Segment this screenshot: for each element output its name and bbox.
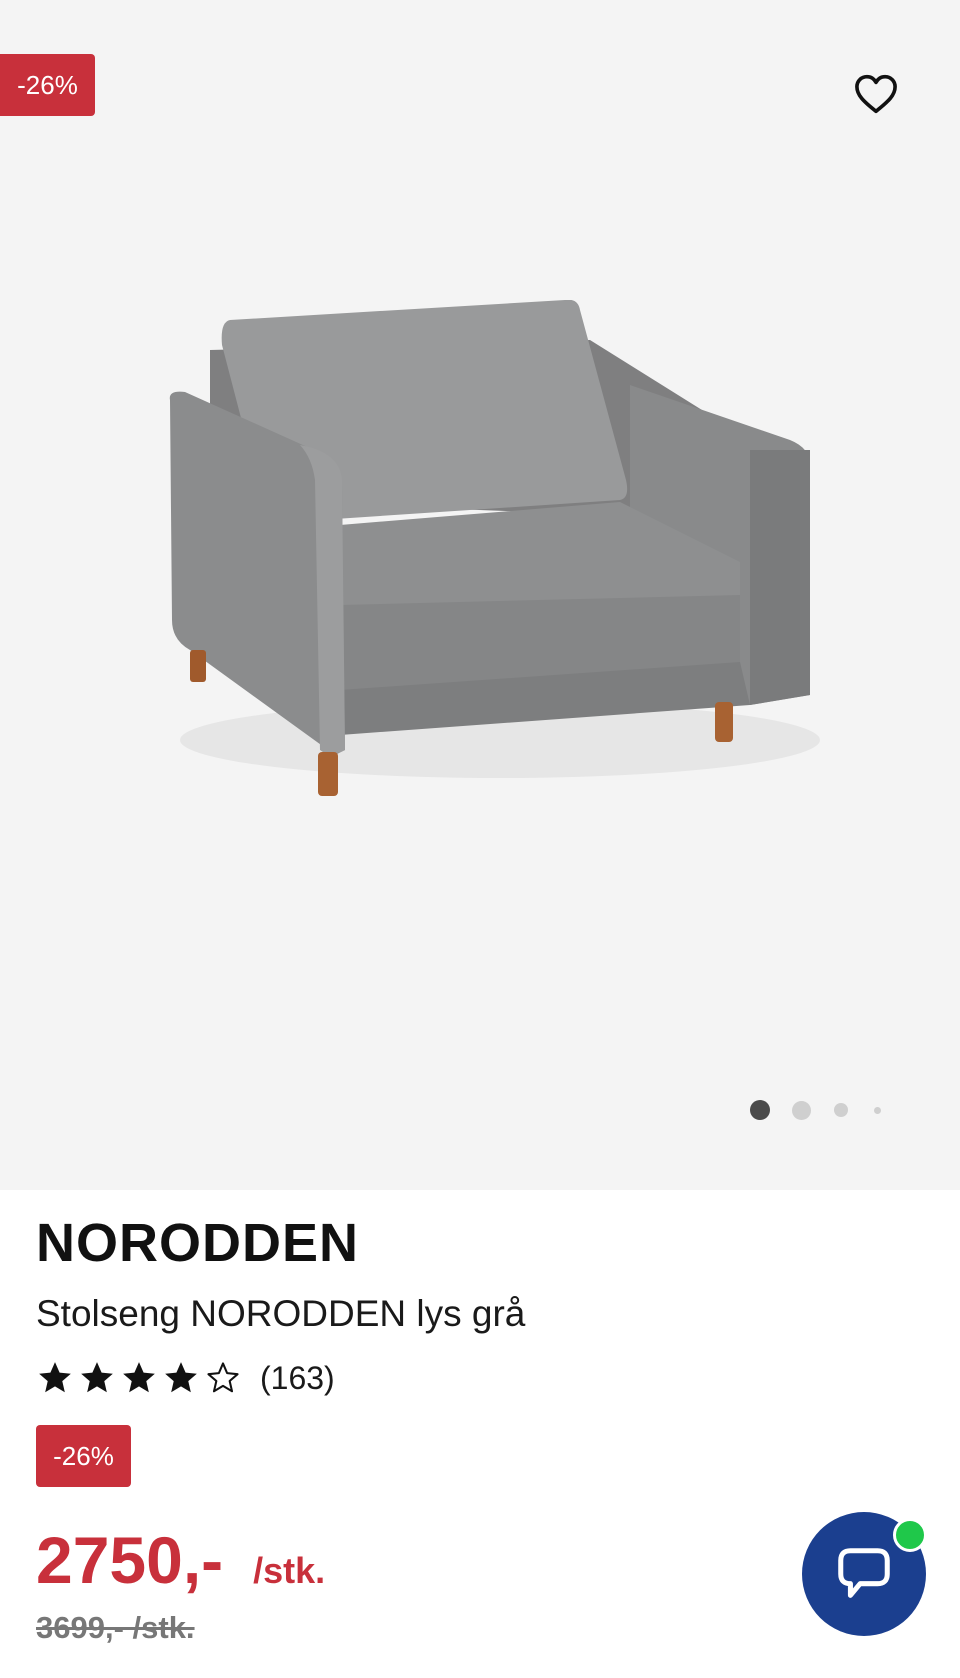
original-price: 3699,- /stk. (36, 1610, 195, 1645)
star-filled-icon (81, 1362, 113, 1393)
discount-badge: -26% (36, 1425, 131, 1487)
discount-badge: -26% (0, 54, 95, 116)
review-count: (163) (260, 1359, 335, 1396)
product-name[interactable]: Stolseng NORODDEN lys grå (36, 1292, 525, 1336)
pagination-dot[interactable] (834, 1103, 848, 1117)
price-unit: /stk. (253, 1550, 326, 1591)
rating-stars (36, 1359, 242, 1397)
pagination-dot-active[interactable] (750, 1100, 770, 1120)
product-image-gallery[interactable]: -26% (0, 0, 960, 1190)
product-rating[interactable]: (163) (36, 1354, 335, 1402)
price-row: 2750,- /stk. (36, 1520, 325, 1600)
heart-outline-icon (855, 74, 897, 114)
star-filled-icon (123, 1362, 155, 1393)
online-status-dot (893, 1518, 927, 1552)
star-filled-icon (39, 1362, 71, 1393)
favorite-button[interactable] (850, 70, 902, 118)
star-filled-icon (165, 1362, 197, 1393)
pagination-dot[interactable] (874, 1106, 881, 1114)
current-price: 2750,- (36, 1523, 224, 1597)
pagination-dot[interactable] (792, 1100, 811, 1120)
product-image (169, 300, 820, 796)
product-brand: NORODDEN (36, 1213, 360, 1273)
gallery-pagination (750, 1098, 900, 1122)
chat-bubble-icon (838, 1548, 890, 1598)
star-outline-icon (207, 1362, 239, 1393)
